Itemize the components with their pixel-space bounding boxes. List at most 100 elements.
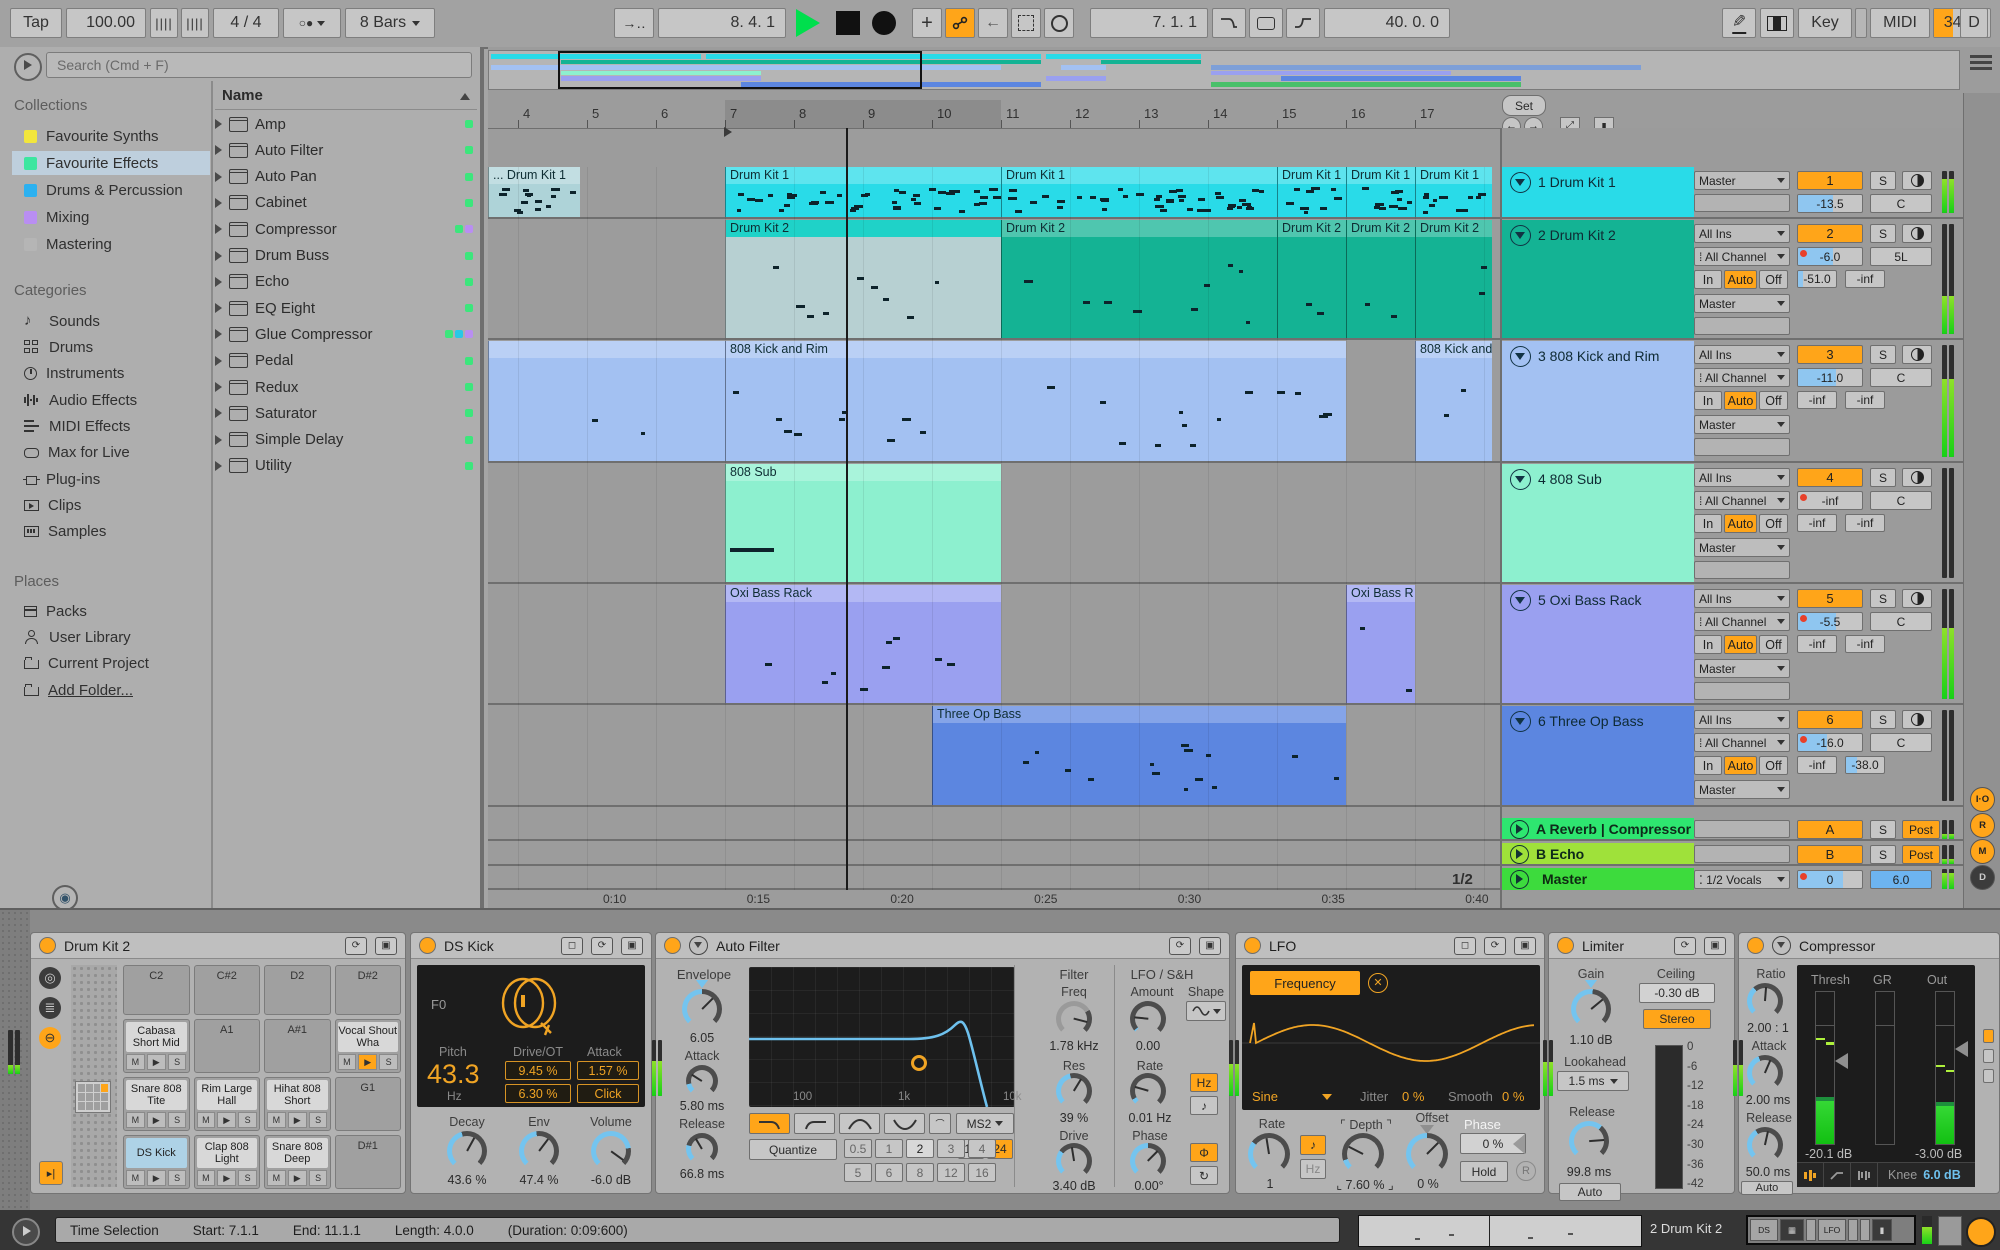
sidebar-item-add-folder-[interactable]: Add Folder... [12, 678, 210, 702]
return-track-header[interactable]: A Reverb | CompressorASPost [1502, 818, 1964, 841]
return-track-header[interactable]: B EchoBSPost [1502, 843, 1964, 866]
clip[interactable]: ... Drum Kit 1 [488, 167, 580, 217]
output-routing-menu[interactable]: Master [1694, 294, 1790, 313]
filter-type-lowpass-button[interactable] [749, 1113, 790, 1134]
input-channel-menu[interactable]: ⁞ All Channel [1694, 247, 1790, 266]
stop-button[interactable] [836, 11, 860, 35]
sidebar-item-drums-percussion[interactable]: Drums & Percussion [12, 178, 210, 202]
minimap-device[interactable] [1860, 1219, 1870, 1241]
send-a-field[interactable]: -inf [1797, 756, 1837, 774]
return-activator-button[interactable]: A [1797, 820, 1863, 839]
solo-button[interactable]: S [1870, 820, 1896, 839]
device-activator-led[interactable] [1244, 937, 1261, 954]
device-title-bar[interactable]: LFO◻⟳▣ [1236, 933, 1544, 959]
volume-field[interactable]: -6.0 [1797, 247, 1863, 266]
notification-button[interactable] [1966, 1217, 1996, 1247]
send-a-field[interactable]: -inf [1797, 391, 1837, 409]
automation-arm-button[interactable] [945, 8, 975, 38]
knob-ratio[interactable] [1747, 983, 1783, 1019]
sidebar-item-midi-effects[interactable]: MIDI Effects [12, 414, 210, 438]
pan-field[interactable]: C [1870, 612, 1932, 631]
click-mode-field[interactable]: Click [577, 1084, 639, 1103]
drum-pad[interactable]: Snare 808 TiteM▶S [123, 1077, 190, 1131]
minimap-device[interactable]: ▦ [1780, 1219, 1804, 1241]
clip-mini-view[interactable] [1358, 1215, 1642, 1247]
time-signature-field[interactable]: 4 / 4 [213, 8, 279, 38]
sidebar-item-audio-effects[interactable]: Audio Effects [12, 388, 210, 412]
device-activator-led[interactable] [1747, 937, 1764, 954]
lfo-wave-menu[interactable]: Sine [1252, 1089, 1278, 1104]
punch-out-button[interactable] [1286, 8, 1320, 38]
quantize-value-button[interactable]: 12 [937, 1163, 965, 1182]
knob-res[interactable] [1056, 1073, 1092, 1109]
map-icon[interactable]: ◻ [561, 937, 583, 955]
knob-drive[interactable] [1056, 1143, 1092, 1179]
phase-field[interactable]: 0 % [1460, 1133, 1526, 1154]
arrangement-position-field[interactable]: 8. 4. 1 [658, 8, 786, 38]
circuit-type-menu[interactable]: MS2 [956, 1113, 1014, 1134]
expand-triangle-icon[interactable] [215, 172, 222, 182]
expand-triangle-icon[interactable] [215, 356, 222, 366]
expand-triangle-icon[interactable] [215, 435, 222, 445]
solo-button[interactable]: S [1870, 345, 1896, 364]
expand-triangle-icon[interactable] [215, 198, 222, 208]
clip[interactable]: 808 Kick and [1415, 341, 1492, 461]
output-routing-menu[interactable]: Master [1694, 171, 1790, 190]
knob-volume[interactable] [591, 1131, 631, 1171]
pad-mute-button[interactable]: M [197, 1170, 216, 1186]
knob-release[interactable] [1747, 1127, 1783, 1163]
nudge-down-button[interactable]: |||| [150, 8, 178, 38]
pad-mute-button[interactable]: M [126, 1170, 145, 1186]
output-routing-menu[interactable]: Master [1694, 538, 1790, 557]
send-b-field[interactable]: -inf [1845, 635, 1885, 653]
knob-depth[interactable] [1342, 1133, 1384, 1175]
punch-in-button[interactable] [1212, 8, 1246, 38]
pad-solo-button[interactable]: S [168, 1170, 187, 1186]
track-fold-button[interactable] [1510, 820, 1529, 839]
minimap-device[interactable]: ▮ [1872, 1219, 1892, 1241]
volume-field[interactable]: -13.5 [1797, 194, 1863, 213]
filter-type-morph-button[interactable]: ⌒ [929, 1113, 951, 1134]
clip[interactable]: Drum Kit 1 [1277, 167, 1346, 217]
sidebar-item-clips[interactable]: Clips [12, 493, 210, 517]
pad-solo-button[interactable]: S [238, 1170, 257, 1186]
knob-lfo-rate[interactable] [1130, 1073, 1166, 1109]
clip[interactable]: Oxi Bass Rack [725, 585, 1001, 703]
jitter-value[interactable]: 0 % [1402, 1089, 1424, 1104]
save-icon[interactable]: ▣ [621, 937, 643, 955]
input-routing-menu[interactable]: All Ins [1694, 345, 1790, 364]
track-fold-button[interactable] [1510, 845, 1529, 864]
pad-preview-button[interactable]: ▶ [147, 1170, 166, 1186]
volume-field[interactable]: -inf [1797, 491, 1863, 510]
track-activator-button[interactable]: 1 [1797, 171, 1863, 190]
device-fold-button[interactable] [1772, 936, 1791, 955]
clip[interactable]: Drum Kit 2 [725, 220, 1001, 338]
knob-release[interactable] [1569, 1121, 1609, 1161]
re-enable-automation-button[interactable]: ← [978, 8, 1008, 38]
pre-post-toggle[interactable]: Post [1902, 820, 1940, 839]
drum-pad[interactable]: Cabasa Short MidM▶S [123, 1019, 190, 1073]
filter-type-highpass-button[interactable] [794, 1113, 835, 1134]
drum-pad[interactable]: Vocal Shout WhaM▶S [335, 1019, 402, 1073]
pad-preview-button[interactable]: ▶ [147, 1112, 166, 1128]
clip[interactable]: Three Op Bass [932, 706, 1346, 805]
output-routing-menu[interactable]: Master [1694, 659, 1790, 678]
output-routing-menu[interactable]: Master [1694, 415, 1790, 434]
arm-record-button[interactable] [1902, 589, 1932, 608]
input-routing-menu[interactable]: All Ins [1694, 710, 1790, 729]
tap-tempo-button[interactable]: Tap [10, 8, 62, 38]
monitor-in-button[interactable]: In [1694, 635, 1722, 654]
save-icon[interactable]: ▣ [375, 937, 397, 955]
mixer-section-toggle-d[interactable]: D [1970, 865, 1995, 890]
view-transfer-curve-button[interactable] [1824, 1163, 1851, 1187]
sort-ascending-icon[interactable] [460, 93, 470, 100]
expand-triangle-icon[interactable] [215, 277, 222, 287]
expand-triangle-icon[interactable] [215, 329, 222, 339]
monitor-off-button[interactable]: Off [1759, 635, 1788, 654]
track-activator-button[interactable]: 5 [1797, 589, 1863, 608]
sidebar-item-samples[interactable]: Samples [12, 519, 210, 543]
sidebar-item-max-for-live[interactable]: Max for Live [12, 440, 210, 464]
list-item[interactable]: Saturator [215, 400, 477, 426]
device-activator-led[interactable] [39, 937, 56, 954]
loop-length-field[interactable]: 40. 0. 0 [1324, 8, 1450, 38]
